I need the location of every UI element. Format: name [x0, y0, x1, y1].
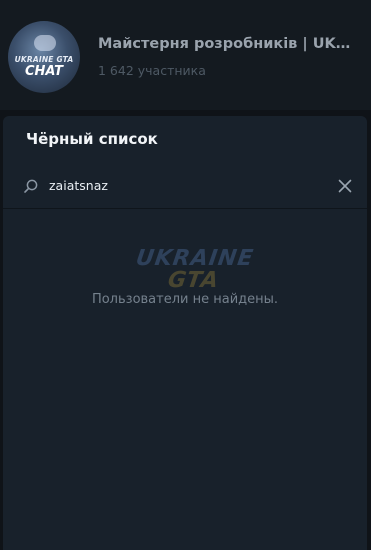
chat-title: Майстерня розробників | UKRAINE GTA CHAT: [98, 36, 360, 52]
watermark-text-line2: GTA: [166, 268, 221, 293]
chat-header[interactable]: UKRAINE GTA CHAT Майстерня розробників |…: [0, 0, 371, 110]
close-icon[interactable]: [337, 178, 353, 194]
chat-avatar[interactable]: UKRAINE GTA CHAT: [8, 21, 80, 93]
search-icon: [24, 179, 38, 193]
blacklist-panel: Чёрный список UKRAINE GTA Пользователи н…: [3, 116, 367, 550]
search-bar: [3, 166, 367, 209]
panel-title: Чёрный список: [26, 130, 158, 148]
avatar-logo-text-bottom: CHAT: [24, 64, 64, 79]
empty-state-message: Пользователи не найдены.: [91, 292, 279, 307]
chat-bubble-icon: [34, 35, 56, 51]
search-input[interactable]: [49, 178, 319, 193]
avatar-logo-text-top: UKRAINE GTA: [14, 55, 74, 64]
chat-member-count: 1 642 участника: [98, 63, 206, 78]
